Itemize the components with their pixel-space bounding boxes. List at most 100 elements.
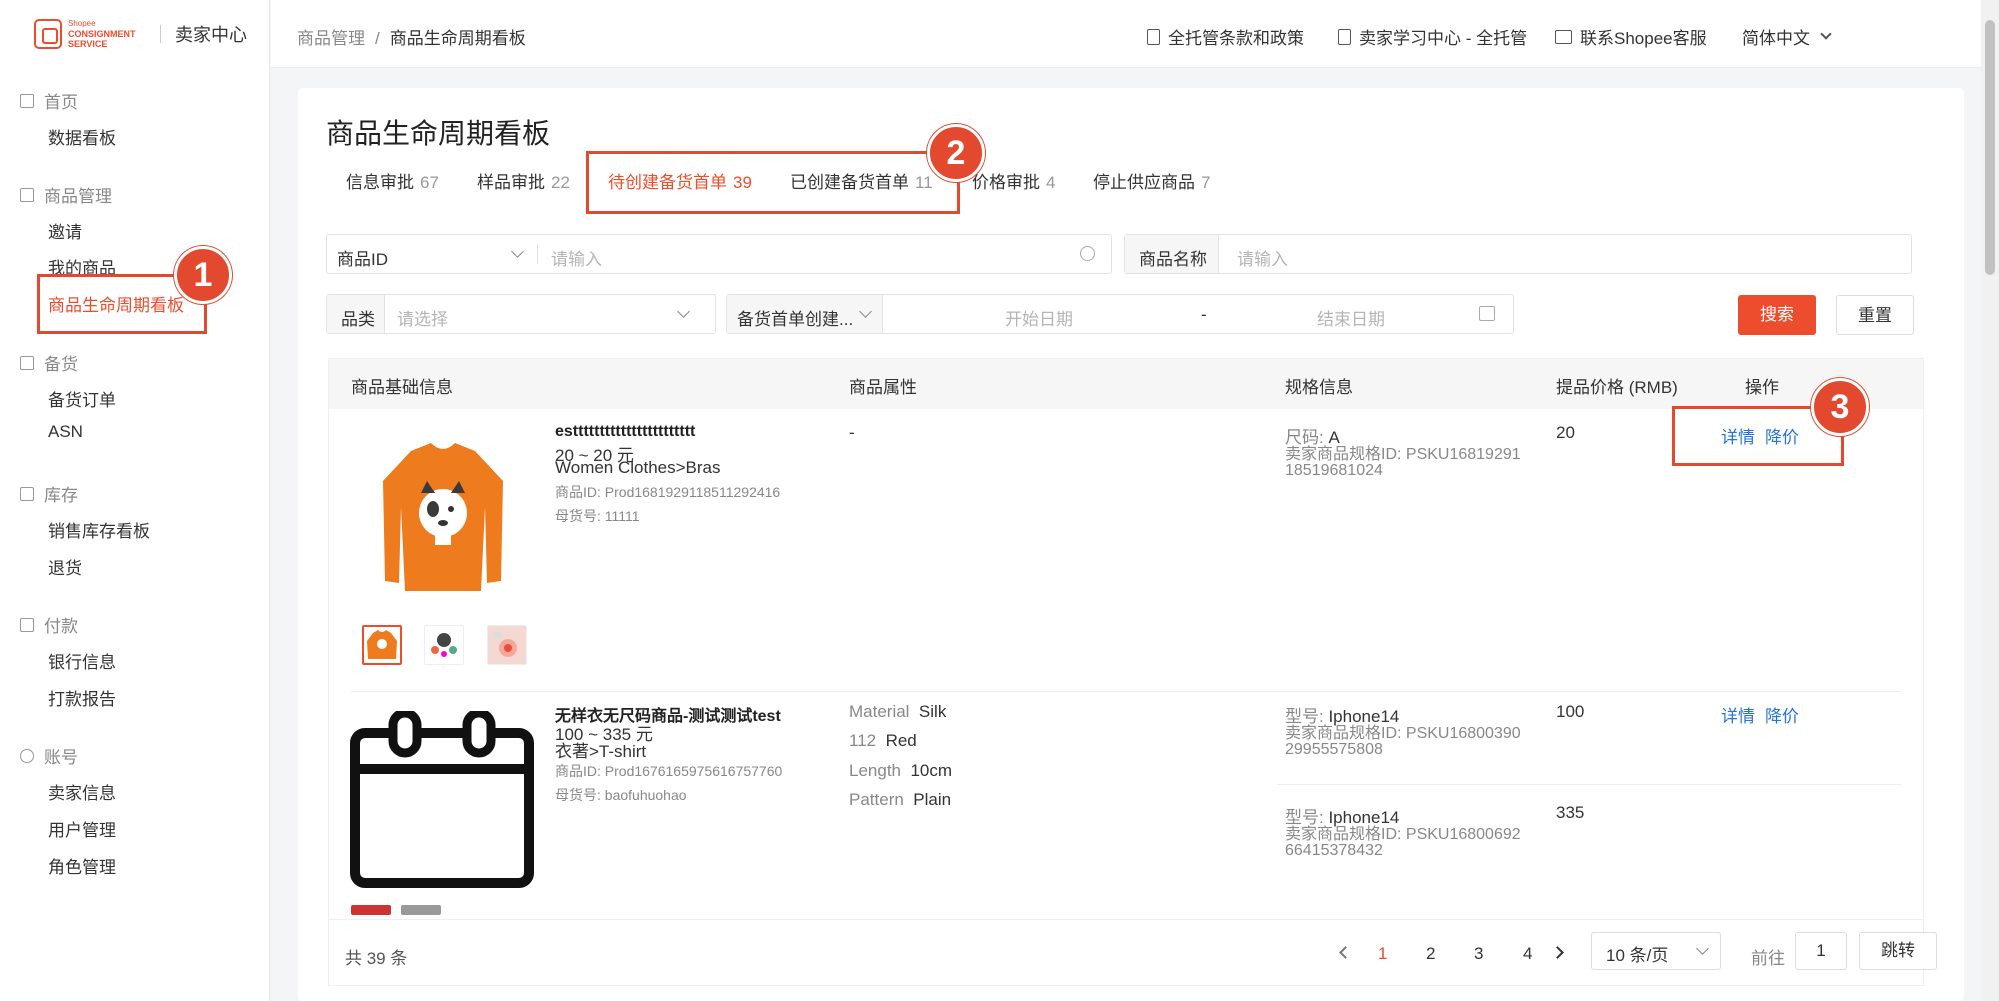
menu-head-payment[interactable]: 付款 <box>20 612 78 637</box>
col-price: 提品价格 (RMB) <box>1556 378 1678 397</box>
menu-item-bank-info[interactable]: 银行信息 <box>48 648 116 673</box>
product-id: 商品ID: Prod1676165975616757760 <box>555 763 783 779</box>
calendar-icon[interactable] <box>1479 306 1495 321</box>
menu-item-dashboard[interactable]: 数据看板 <box>48 124 116 149</box>
product-thumbnail[interactable] <box>401 905 441 915</box>
warehouse-icon <box>20 486 34 501</box>
menu-head-home[interactable]: 首页 <box>20 88 78 113</box>
product-icon <box>20 187 34 202</box>
scrollbar-thumb[interactable] <box>1985 20 1995 275</box>
reset-button[interactable]: 重置 <box>1836 295 1914 335</box>
menu-head-stocking[interactable]: 备货 <box>20 350 78 375</box>
menu-head-inventory[interactable]: 库存 <box>20 481 78 506</box>
start-date-input[interactable]: 开始日期 <box>1005 305 1073 330</box>
terms-link[interactable]: 全托管条款和政策 <box>1147 24 1304 49</box>
parent-sku: 母货号: 11111 <box>555 508 640 524</box>
jump-button[interactable]: 跳转 <box>1859 932 1937 970</box>
product-thumbnail[interactable] <box>362 625 402 665</box>
page-2[interactable]: 2 <box>1426 944 1435 964</box>
attribute-pattern: Pattern Plain <box>849 790 952 809</box>
main-card: 商品生命周期看板 信息审批 67 样品审批 22 待创建备货首单 39 已创建备货首单… <box>298 88 1964 1001</box>
menu-item-sales-inventory[interactable]: 销售库存看板 <box>48 517 150 542</box>
document-icon <box>1147 28 1160 45</box>
goto-label: 前往 <box>1751 949 1785 968</box>
page-1[interactable]: 1 <box>1378 944 1387 964</box>
reduce-price-link[interactable]: 降价 <box>1765 702 1799 727</box>
chevron-down-icon <box>1696 942 1709 955</box>
seller-sku-id: 卖家商品规格ID: PSKU16800390 29955575808 <box>1285 725 1521 758</box>
product-id-input[interactable]: 请输入 <box>551 245 602 270</box>
search-button[interactable]: 搜索 <box>1738 295 1816 335</box>
annotation-badge-3: 3 <box>1811 378 1869 436</box>
product-title[interactable]: esttttttttttttttttttttttt <box>555 423 695 441</box>
col-actions: 操作 <box>1745 378 1779 397</box>
product-image-sweater[interactable] <box>381 441 505 599</box>
clipboard-icon <box>20 355 34 370</box>
language-selector[interactable]: 简体中文 <box>1742 24 1832 49</box>
tab-sample-approval[interactable]: 样品审批 22 <box>477 168 570 193</box>
product-thumbnail[interactable] <box>487 625 527 665</box>
page-4[interactable]: 4 <box>1523 944 1532 964</box>
spec-name: 型号: Iphone14 <box>1285 808 1400 827</box>
attributes-empty: - <box>849 423 855 442</box>
topbar: 商品管理 / 商品生命周期看板 全托管条款和政策 卖家学习中心 - 全托管 联系Sh… <box>271 0 1981 68</box>
menu-item-seller-info[interactable]: 卖家信息 <box>48 779 116 804</box>
tab-price-approval[interactable]: 价格审批 4 <box>972 168 1055 193</box>
book-icon <box>1338 28 1351 45</box>
calendar-placeholder-icon[interactable] <box>349 711 535 889</box>
search-icon[interactable] <box>1080 246 1095 261</box>
home-icon <box>20 93 34 108</box>
product-thumbnail[interactable] <box>351 905 391 915</box>
menu-item-role-management[interactable]: 角色管理 <box>48 853 116 878</box>
id-type-select[interactable]: 商品ID <box>337 245 388 270</box>
chat-icon <box>1555 29 1572 44</box>
spec-name: 型号: Iphone14 <box>1285 707 1400 726</box>
menu-item-returns[interactable]: 退货 <box>48 554 82 579</box>
total-count: 共 39 条 <box>345 949 408 968</box>
tab-info-approval[interactable]: 信息审批 67 <box>346 168 439 193</box>
customer-service-link[interactable]: 联系Shopee客服 <box>1555 24 1707 49</box>
chevron-right-icon[interactable] <box>1551 946 1564 959</box>
col-basic-info: 商品基础信息 <box>351 378 453 397</box>
table-header: 商品基础信息 商品属性 规格信息 提品价格 (RMB) 操作 <box>329 359 1923 409</box>
category-filter: 品类 请选择 <box>326 294 716 334</box>
menu-head-account[interactable]: 账号 <box>20 743 78 768</box>
seller-sku-id: 卖家商品规格ID: PSKU16819291 18519681024 <box>1285 446 1521 479</box>
goto-page-input[interactable]: 1 <box>1795 932 1847 970</box>
menu-head-products[interactable]: 商品管理 <box>20 182 112 207</box>
menu-item-payment-report[interactable]: 打款报告 <box>48 685 116 710</box>
user-icon <box>20 748 34 763</box>
detail-link[interactable]: 详情 <box>1721 702 1755 727</box>
category-select[interactable]: 请选择 <box>397 305 448 330</box>
page-scrollbar[interactable] <box>1981 0 1999 1001</box>
product-category: Women Clothes>Bras <box>555 458 721 477</box>
col-attributes: 商品属性 <box>849 378 917 397</box>
logo[interactable]: Shopee CONSIGNMENT SERVICE 卖家中心 <box>34 14 247 54</box>
end-date-input[interactable]: 结束日期 <box>1317 305 1385 330</box>
product-name-label: 商品名称 <box>1139 250 1207 269</box>
learning-center-link[interactable]: 卖家学习中心 - 全托管 <box>1338 24 1527 49</box>
menu-item-invite[interactable]: 邀请 <box>48 218 82 243</box>
breadcrumb-parent[interactable]: 商品管理 <box>297 29 365 48</box>
product-thumbnail[interactable] <box>424 625 464 665</box>
page-size-select[interactable]: 10 条/页 <box>1591 932 1721 970</box>
date-type-select[interactable]: 备货首单创建... <box>737 305 853 330</box>
menu-item-stock-orders[interactable]: 备货订单 <box>48 386 116 411</box>
shopee-bag-icon <box>34 19 62 49</box>
menu-item-asn[interactable]: ASN <box>48 422 83 442</box>
annotation-badge-2: 2 <box>927 124 985 182</box>
wallet-icon <box>20 617 34 632</box>
annotation-badge-1: 1 <box>174 246 232 304</box>
chevron-down-icon <box>677 305 690 318</box>
date-filter: 备货首单创建... 开始日期 - 结束日期 <box>726 294 1514 334</box>
chevron-down-icon <box>1820 28 1832 40</box>
product-name-input[interactable]: 请输入 <box>1237 245 1288 270</box>
chevron-left-icon[interactable] <box>1339 946 1352 959</box>
page-3[interactable]: 3 <box>1474 944 1483 964</box>
product-name-filter: 商品名称 请输入 <box>1124 234 1912 274</box>
menu-item-user-management[interactable]: 用户管理 <box>48 816 116 841</box>
attribute-material: Material Silk <box>849 702 947 721</box>
attribute-length: Length 10cm <box>849 761 953 780</box>
product-id-filter: 商品ID 请输入 <box>326 234 1112 274</box>
tab-discontinued[interactable]: 停止供应商品 7 <box>1093 168 1210 193</box>
